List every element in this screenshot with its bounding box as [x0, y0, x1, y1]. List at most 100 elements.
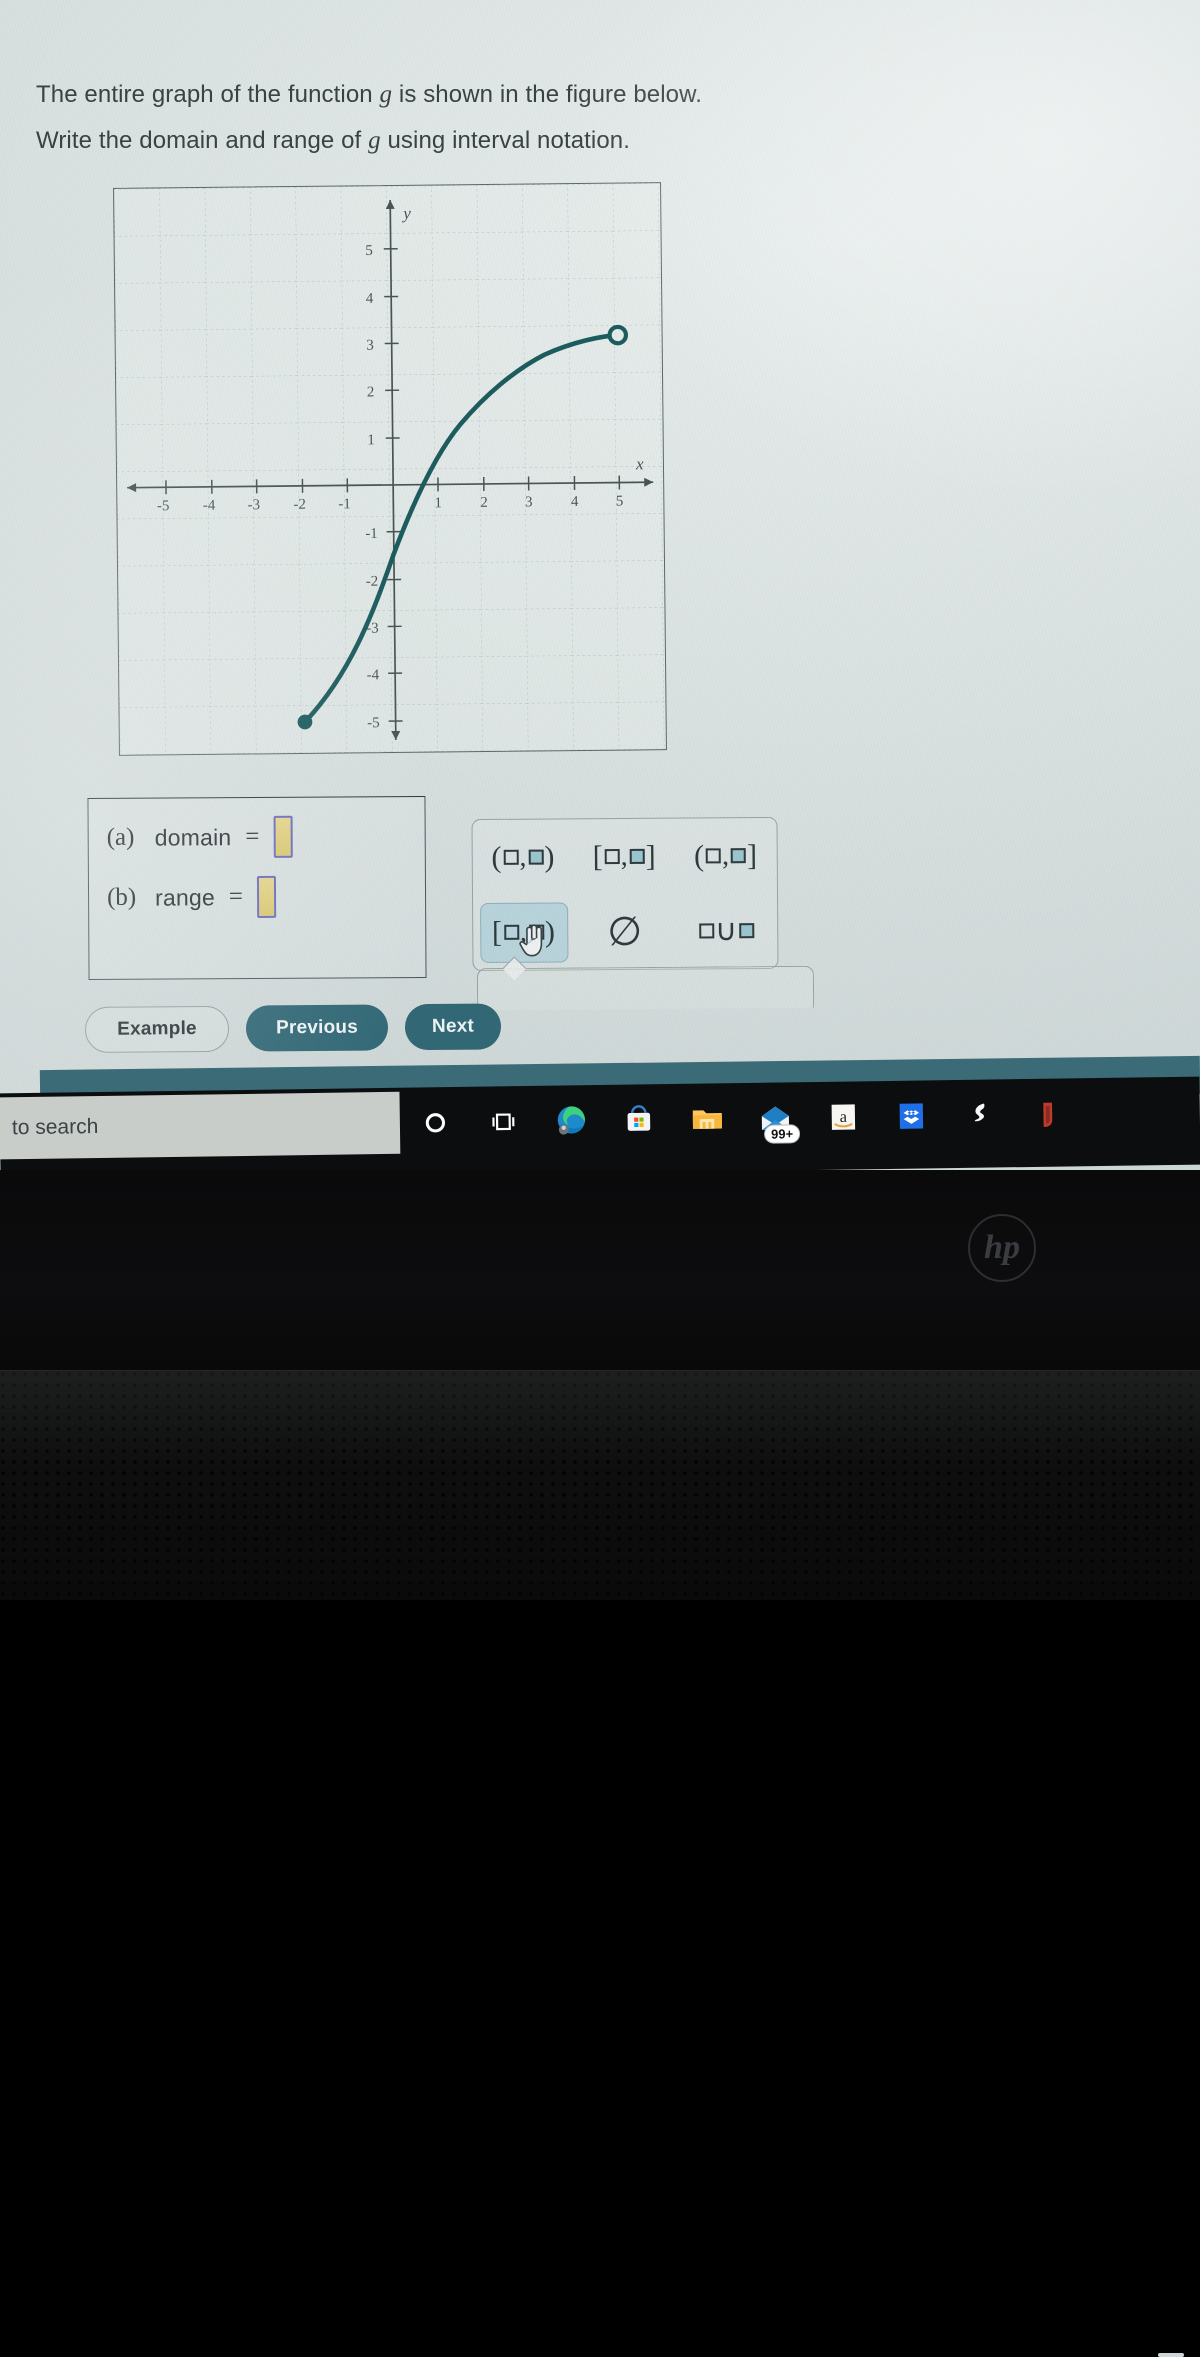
question-line-2-part-a: Write the domain and range of	[36, 127, 368, 154]
example-button[interactable]: Example	[85, 1006, 229, 1053]
search-placeholder-text: to search	[0, 1115, 98, 1141]
empty-set-icon: ∅	[607, 911, 643, 951]
laptop-speaker-grille	[0, 1370, 1200, 1600]
x-axis-label: x	[635, 454, 644, 473]
svg-text:2: 2	[367, 384, 375, 400]
placeholder-square-filled-icon	[528, 850, 543, 865]
svg-text:1: 1	[434, 495, 442, 511]
palette-button-empty-set[interactable]: ∅	[597, 905, 653, 957]
svg-text:-1: -1	[365, 526, 378, 542]
question-prompt: The entire graph of the function g is sh…	[36, 72, 856, 163]
domain-equals-sign: =	[245, 823, 259, 851]
mail-unread-badge: 99+	[764, 1124, 800, 1144]
hp-logo: hp	[968, 1214, 1036, 1282]
open-endpoint-circle	[610, 327, 627, 344]
dropbox-icon[interactable]	[894, 1098, 928, 1132]
placeholder-square-filled-icon	[529, 925, 544, 940]
palette-button-open-open[interactable]: (,)	[481, 834, 565, 881]
bracket-close-right: ]	[646, 839, 657, 873]
svg-text:-4: -4	[367, 667, 380, 683]
comma-separator: ,	[519, 841, 527, 873]
placeholder-square-filled-icon	[630, 849, 645, 864]
svg-text:-5: -5	[157, 498, 170, 514]
range-label: range	[155, 884, 215, 911]
taskbar-search-box[interactable]: to search	[0, 1092, 400, 1160]
svg-text:a: a	[839, 1106, 847, 1125]
adobe-acrobat-icon[interactable]	[1030, 1097, 1064, 1131]
comma-separator: ,	[621, 840, 629, 872]
function-name-g-2: g	[368, 127, 381, 154]
answer-panel: (a) domain = (b) range =	[87, 796, 426, 980]
function-name-g: g	[380, 81, 393, 108]
microsoft-store-icon[interactable]	[622, 1102, 656, 1136]
task-view-icon[interactable]	[486, 1104, 520, 1138]
domain-input[interactable]	[273, 816, 292, 858]
status-led	[1158, 2353, 1184, 2357]
question-line-1: The entire graph of the function g is sh…	[36, 72, 856, 118]
y-axis-label: y	[401, 204, 411, 223]
range-equals-sign: =	[229, 883, 243, 911]
next-button[interactable]: Next	[405, 1003, 501, 1050]
svg-text:4: 4	[571, 494, 579, 510]
placeholder-square-filled-icon	[731, 848, 746, 863]
palette-button-closed-open[interactable]: [,)	[480, 902, 568, 963]
paren-close-right: )	[545, 915, 556, 949]
palette-button-union[interactable]: ∪	[688, 907, 765, 955]
union-symbol-icon: ∪	[715, 913, 738, 948]
placeholder-square-icon	[503, 850, 518, 865]
question-line-1-part-b: is shown in the figure below.	[392, 81, 702, 108]
domain-label: domain	[155, 824, 232, 851]
bracket-open-left: [	[593, 840, 604, 874]
svg-text:4: 4	[366, 291, 374, 307]
interval-notation-palette: (,) [,] (,] [,) ∅ ∪	[471, 817, 778, 971]
placeholder-square-icon	[699, 923, 714, 938]
placeholder-square-icon	[706, 848, 721, 863]
file-explorer-icon[interactable]	[690, 1101, 724, 1135]
previous-button[interactable]: Previous	[246, 1004, 388, 1051]
svg-text:5: 5	[616, 493, 624, 509]
range-input[interactable]	[257, 876, 276, 918]
comma-separator: ,	[520, 916, 528, 948]
placeholder-square-filled-icon	[739, 923, 754, 938]
placeholder-square-icon	[605, 849, 620, 864]
range-item-tag: (b)	[107, 884, 141, 912]
svg-text:5: 5	[365, 243, 373, 259]
question-line-2-part-b: using interval notation.	[381, 127, 630, 154]
svg-text:-2: -2	[293, 497, 306, 513]
bracket-close-right: ]	[747, 839, 758, 873]
svg-text:-5: -5	[367, 715, 380, 731]
edge-browser-icon[interactable]	[554, 1103, 588, 1137]
range-answer-row: (b) range =	[89, 875, 425, 919]
amazon-icon[interactable]: a	[826, 1099, 860, 1133]
paren-close-right: )	[544, 840, 555, 874]
svg-text:2: 2	[480, 495, 488, 511]
svg-text:-2: -2	[366, 574, 379, 590]
bracket-open-left: [	[492, 915, 503, 949]
paren-open-left: (	[491, 840, 502, 874]
taskbar-icon-tray: 99+ a	[403, 1083, 1064, 1154]
windows-taskbar: to search	[0, 1077, 1200, 1182]
graph-svg: -5 -4 -3 -2 -1 1 2 3 4 5 5 4 3 2 1 -1 -2…	[114, 183, 666, 755]
svg-text:-4: -4	[203, 498, 216, 514]
navigation-buttons: Example Previous Next	[85, 1003, 545, 1053]
domain-answer-row: (a) domain =	[89, 815, 425, 859]
svg-text:3: 3	[366, 338, 374, 354]
lightning-s-icon[interactable]	[962, 1097, 996, 1131]
palette-button-closed-closed[interactable]: [,]	[583, 833, 667, 880]
question-line-2: Write the domain and range of g using in…	[36, 118, 856, 164]
mail-icon[interactable]: 99+	[758, 1100, 792, 1134]
svg-text:-3: -3	[248, 497, 261, 513]
palette-button-open-closed[interactable]: (,]	[684, 833, 768, 880]
svg-text:1: 1	[367, 432, 375, 448]
domain-item-tag: (a)	[107, 824, 141, 852]
function-graph: -5 -4 -3 -2 -1 1 2 3 4 5 5 4 3 2 1 -1 -2…	[113, 182, 667, 756]
laptop-screen: The entire graph of the function g is sh…	[0, 0, 1200, 1170]
svg-text:3: 3	[525, 494, 533, 510]
cortana-icon[interactable]	[418, 1105, 452, 1139]
graph-gridlines	[114, 183, 666, 755]
placeholder-square-icon	[504, 925, 519, 940]
comma-separator: ,	[722, 840, 730, 872]
svg-text:-1: -1	[338, 496, 351, 512]
question-line-1-part-a: The entire graph of the function	[36, 81, 380, 108]
paren-open-left: (	[694, 839, 705, 873]
